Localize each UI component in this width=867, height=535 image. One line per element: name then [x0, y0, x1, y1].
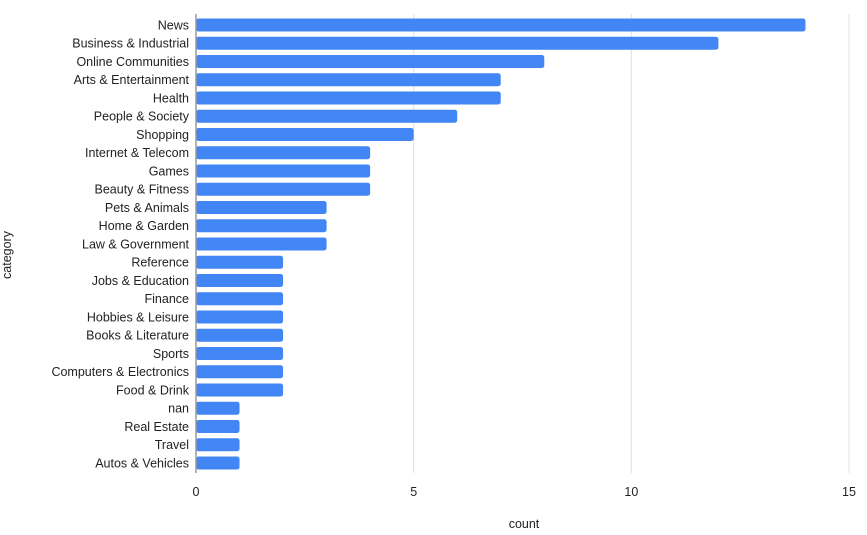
bar: [196, 365, 284, 379]
bar: [196, 219, 327, 233]
bar: [196, 438, 240, 452]
bar: [196, 146, 371, 160]
bar: [196, 164, 371, 178]
category-label: Online Communities: [76, 55, 189, 69]
category-label: Food & Drink: [116, 383, 190, 397]
x-tick-labels: 0 5 10 15: [193, 485, 856, 499]
bar: [196, 456, 240, 470]
y-axis-title: category: [0, 230, 14, 279]
x-tick-label: 15: [842, 485, 856, 499]
category-label: Hobbies & Leisure: [87, 310, 189, 324]
category-label: Home & Garden: [99, 219, 189, 233]
bar: [196, 73, 501, 87]
category-label: Games: [149, 164, 189, 178]
category-label: Shopping: [136, 128, 189, 142]
bar: [196, 255, 284, 269]
category-label: Law & Government: [82, 237, 190, 251]
category-label: Autos & Vehicles: [95, 456, 189, 470]
category-label: Books & Literature: [86, 329, 189, 343]
bars: [196, 18, 806, 470]
bar: [196, 91, 501, 105]
bar: [196, 201, 327, 214]
category-label: Jobs & Education: [92, 274, 189, 288]
category-label: Finance: [145, 292, 190, 306]
category-label: Computers & Electronics: [51, 365, 189, 379]
category-label: Reference: [131, 256, 189, 270]
x-tick-label: 5: [410, 485, 417, 499]
category-label: Health: [153, 91, 189, 105]
category-label: Travel: [155, 438, 189, 452]
bar: [196, 109, 458, 123]
bar: [196, 18, 806, 32]
bar: [196, 347, 284, 360]
bar: [196, 383, 284, 397]
x-axis-title: count: [509, 517, 540, 531]
category-label: Internet & Telecom: [85, 146, 189, 160]
bar: [196, 328, 284, 342]
category-label: Beauty & Fitness: [95, 183, 190, 197]
category-labels: News Business & Industrial Online Communit…: [51, 18, 189, 470]
category-label: Business & Industrial: [72, 37, 189, 51]
bar: [196, 55, 545, 68]
category-label: Arts & Entertainment: [74, 73, 190, 87]
bar: [196, 292, 284, 306]
bar: [196, 128, 414, 141]
x-tick-label: 0: [193, 485, 200, 499]
x-tick-label: 10: [624, 485, 638, 499]
category-label: Real Estate: [124, 420, 189, 434]
bar: [196, 237, 327, 251]
category-label: Sports: [153, 347, 189, 361]
category-label: People & Society: [94, 110, 190, 124]
category-label: Pets & Animals: [105, 201, 189, 215]
bar: [196, 401, 240, 415]
bar: [196, 36, 719, 50]
bar: [196, 420, 240, 433]
bar: [196, 274, 284, 287]
bar: [196, 182, 371, 196]
category-label: nan: [168, 402, 189, 416]
category-label: News: [158, 18, 189, 32]
bar: [196, 310, 284, 324]
bar-chart: News Business & Industrial Online Communit…: [0, 14, 856, 531]
